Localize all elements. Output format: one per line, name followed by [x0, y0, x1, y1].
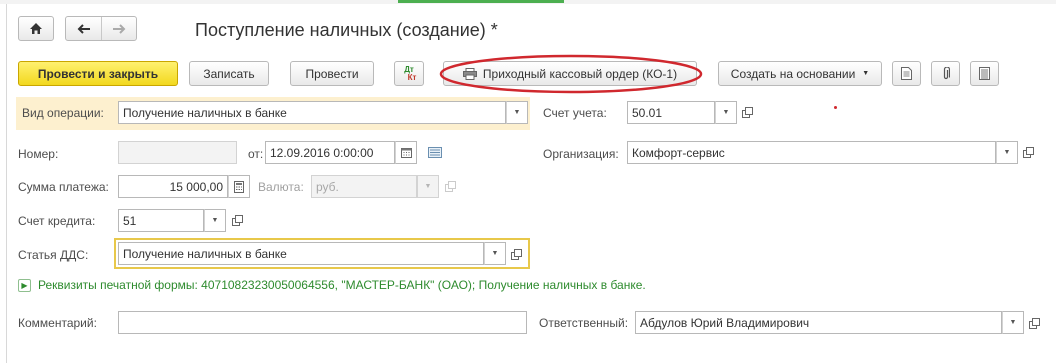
dropdown-icon: ▼ [211, 217, 219, 224]
open-form-icon [444, 180, 456, 192]
currency-label: Валюта: [258, 180, 304, 194]
dtkt-button[interactable]: Дт Кт [394, 61, 424, 86]
dropdown-icon: ▼ [424, 183, 432, 190]
responsible-dropdown[interactable]: ▼ [1002, 311, 1024, 334]
dtkt-bottom: Кт [407, 72, 417, 82]
forward-button[interactable] [102, 17, 136, 40]
chevron-down-icon: ▼ [862, 70, 870, 77]
print-requisites-link[interactable]: Реквизиты печатной формы: 40710823230050… [38, 278, 646, 292]
dropdown-icon: ▼ [1009, 319, 1017, 326]
post-button[interactable]: Провести [290, 61, 374, 86]
history-nav [65, 16, 137, 41]
dropdown-icon: ▼ [722, 109, 730, 116]
home-icon [30, 23, 42, 34]
all-actions-button[interactable] [970, 61, 999, 86]
number-label: Номер: [18, 147, 59, 161]
dropdown-icon: ▼ [1003, 149, 1011, 156]
organization-label: Организация: [543, 147, 619, 161]
calculator-icon [234, 180, 244, 193]
operation-type-field[interactable]: Получение наличных в банке [118, 101, 506, 124]
credit-account-label: Счет кредита: [18, 214, 96, 228]
print-requisites-expand[interactable]: ▶ [18, 279, 31, 292]
account-dropdown[interactable]: ▼ [715, 101, 737, 124]
home-button[interactable] [18, 16, 54, 41]
list-icon [428, 146, 442, 158]
responsible-open-button[interactable] [1026, 315, 1042, 331]
active-tab-indicator [398, 0, 564, 3]
calculator-button[interactable] [228, 175, 250, 198]
dropdown-icon: ▼ [491, 250, 499, 257]
forward-arrow-icon [113, 23, 126, 34]
dtkt-icon: Дт Кт [402, 65, 417, 82]
back-button[interactable] [66, 17, 103, 40]
currency-field[interactable]: руб. [311, 175, 417, 198]
dds-item-open-button[interactable] [508, 246, 524, 262]
open-form-icon [741, 106, 753, 118]
registers-button[interactable] [427, 144, 443, 160]
date-field[interactable]: 12.09.2016 0:00:00 [265, 141, 395, 164]
comment-field[interactable] [118, 311, 527, 334]
organization-field[interactable]: Комфорт-сервис [627, 141, 996, 164]
number-field[interactable] [118, 141, 237, 164]
account-field[interactable]: 50.01 [627, 101, 715, 124]
responsible-field[interactable]: Абдулов Юрий Владимирович [635, 311, 1002, 334]
amount-label: Сумма платежа: [18, 180, 109, 194]
operation-type-label: Вид операции: [22, 106, 104, 120]
account-label: Счет учета: [543, 106, 607, 120]
calendar-button[interactable] [395, 141, 417, 164]
amount-field[interactable]: 15 000,00 [118, 175, 228, 198]
open-form-icon [510, 248, 522, 260]
credit-account-field[interactable]: 51 [118, 209, 204, 232]
expand-icon: ▶ [21, 281, 28, 290]
calendar-icon [400, 148, 412, 158]
page-title: Поступление наличных (создание) * [195, 20, 498, 40]
currency-open-button[interactable] [442, 178, 458, 194]
dds-item-label: Статья ДДС: [18, 248, 89, 262]
annotation-dot [834, 106, 837, 109]
open-form-icon [231, 214, 243, 226]
dds-item-field[interactable]: Получение наличных в банке [118, 242, 484, 265]
back-arrow-icon [77, 23, 90, 34]
credit-account-open-button[interactable] [229, 212, 245, 228]
save-button[interactable]: Записать [189, 61, 269, 86]
open-form-icon [1028, 317, 1040, 329]
report-icon [901, 67, 912, 80]
create-based-on-label: Создать на основании [730, 66, 856, 81]
date-label: от: [248, 147, 264, 161]
credit-account-dropdown[interactable]: ▼ [204, 209, 226, 232]
paperclip-icon [943, 66, 950, 79]
report-button[interactable] [892, 61, 921, 86]
create-based-on-button[interactable]: Создать на основании ▼ [718, 61, 882, 86]
annotation-ellipse [439, 54, 703, 94]
comment-label: Комментарий: [18, 316, 97, 330]
account-open-button[interactable] [739, 104, 755, 120]
post-and-close-button[interactable]: Провести и закрыть [18, 61, 178, 86]
top-strip [0, 0, 1056, 4]
left-border [6, 4, 7, 363]
organization-open-button[interactable] [1020, 144, 1036, 160]
attach-file-button[interactable] [931, 61, 960, 86]
responsible-label: Ответственный: [539, 316, 629, 330]
currency-dropdown[interactable]: ▼ [417, 175, 439, 198]
dds-item-dropdown[interactable]: ▼ [484, 242, 506, 265]
organization-dropdown[interactable]: ▼ [996, 141, 1018, 164]
dropdown-icon: ▼ [513, 109, 521, 116]
open-form-icon [1022, 146, 1034, 158]
operation-type-dropdown[interactable]: ▼ [506, 101, 528, 124]
list-icon [979, 67, 990, 80]
